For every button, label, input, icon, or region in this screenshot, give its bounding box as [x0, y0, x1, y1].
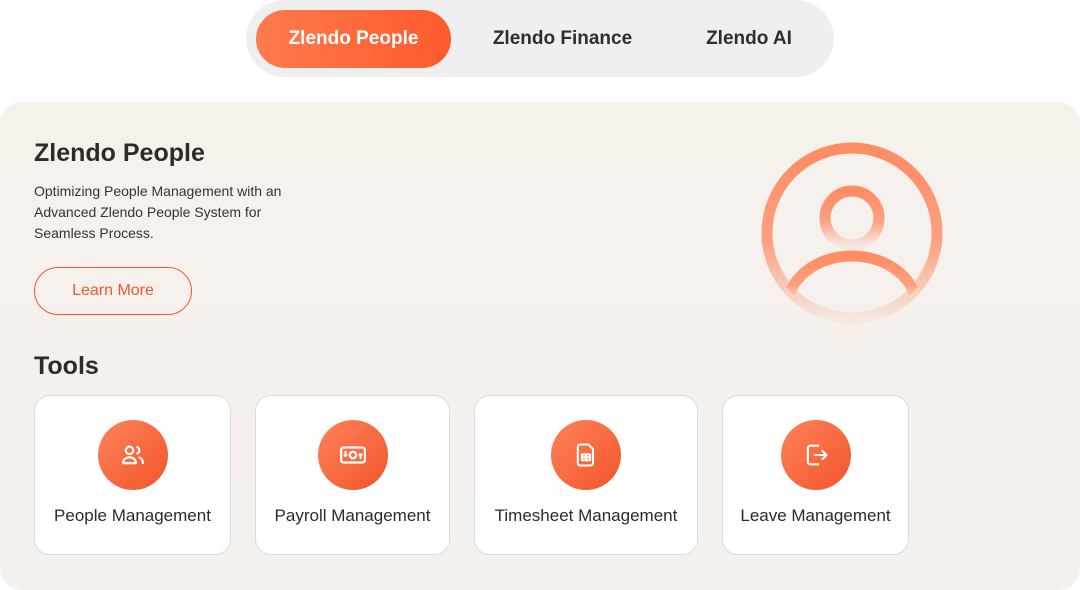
- spreadsheet-file-icon: [551, 420, 621, 490]
- tool-card-people-management[interactable]: People Management: [34, 395, 231, 555]
- product-tab-bar: Zlendo People Zlendo Finance Zlendo AI: [246, 0, 834, 77]
- tool-label: People Management: [54, 506, 211, 525]
- tool-label: Timesheet Management: [494, 506, 678, 525]
- tool-card-payroll-management[interactable]: Payroll Management: [255, 395, 450, 555]
- tools-heading: Tools: [34, 352, 99, 380]
- product-description: Optimizing People Management with an Adv…: [34, 183, 282, 241]
- exit-door-icon: [780, 420, 851, 490]
- tool-card-leave-management[interactable]: Leave Management: [722, 395, 909, 555]
- tab-zlendo-people[interactable]: Zlendo People: [256, 10, 451, 68]
- tool-card-timesheet-management[interactable]: Timesheet Management: [474, 395, 698, 555]
- tab-zlendo-finance[interactable]: Zlendo Finance: [466, 10, 659, 68]
- tool-label: Payroll Management: [274, 506, 431, 525]
- banknote-icon: [317, 420, 388, 490]
- learn-more-button[interactable]: Learn More: [34, 267, 192, 315]
- tool-label: Leave Management: [740, 506, 891, 525]
- product-title: Zlendo People: [34, 139, 205, 167]
- user-circle-icon: [761, 142, 943, 324]
- tab-zlendo-ai[interactable]: Zlendo AI: [674, 10, 824, 68]
- users-icon: [97, 420, 168, 490]
